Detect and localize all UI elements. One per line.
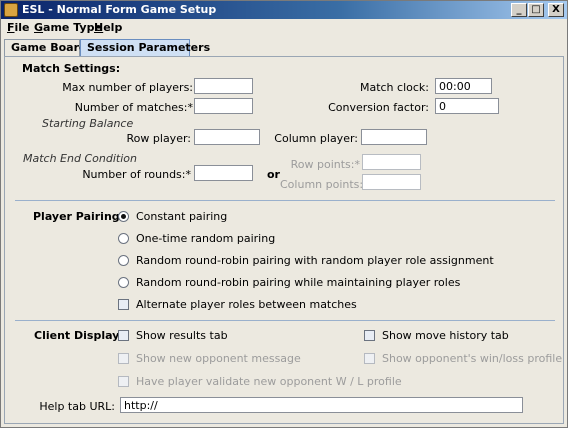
help-url-label: Help tab URL: bbox=[39, 400, 115, 413]
window-title: ESL - Normal Form Game Setup bbox=[22, 3, 217, 16]
session-parameters-panel: Match Settings: Max number of players: M… bbox=[4, 56, 564, 424]
menu-file[interactable]: File bbox=[7, 21, 30, 34]
maximize-button[interactable]: □ bbox=[528, 3, 544, 17]
one-time-random-label: One-time random pairing bbox=[136, 232, 276, 245]
help-url-input[interactable] bbox=[120, 397, 523, 413]
close-button[interactable]: X bbox=[548, 3, 564, 17]
client-display-heading: Client Display: bbox=[34, 329, 124, 342]
rounds-input[interactable] bbox=[194, 165, 253, 181]
match-clock-input[interactable] bbox=[435, 78, 492, 94]
conversion-factor-input[interactable] bbox=[435, 98, 499, 114]
separator bbox=[15, 200, 555, 201]
row-player-label: Row player: bbox=[126, 132, 191, 145]
column-player-input[interactable] bbox=[361, 129, 427, 145]
title-bar[interactable]: ESL - Normal Form Game Setup _ □ X bbox=[1, 1, 567, 19]
radio-round-robin-random-roles[interactable] bbox=[118, 255, 129, 266]
show-new-opponent-label: Show new opponent message bbox=[136, 352, 301, 365]
column-points-label: Column points:* bbox=[280, 178, 369, 191]
row-player-input[interactable] bbox=[194, 129, 260, 145]
radio-one-time-random[interactable] bbox=[118, 233, 129, 244]
java-cup-icon bbox=[4, 3, 18, 17]
player-pairing-heading: Player Pairing: bbox=[33, 210, 125, 223]
radio-constant-pairing[interactable] bbox=[118, 211, 129, 222]
alternate-roles-label: Alternate player roles between matches bbox=[136, 298, 357, 311]
constant-pairing-label: Constant pairing bbox=[136, 210, 228, 223]
show-move-history-label: Show move history tab bbox=[382, 329, 509, 342]
row-points-input[interactable] bbox=[362, 154, 421, 170]
separator bbox=[15, 320, 555, 321]
show-results-checkbox[interactable] bbox=[118, 330, 129, 341]
show-results-label: Show results tab bbox=[136, 329, 228, 342]
tab-session-parameters[interactable]: Session Parameters bbox=[80, 39, 210, 56]
or-label: or bbox=[267, 168, 280, 181]
match-settings-heading: Match Settings: bbox=[22, 62, 121, 75]
tab-game-board[interactable]: Game Board bbox=[4, 39, 87, 56]
menu-game-type[interactable]: Game Type bbox=[34, 21, 102, 34]
match-end-condition-label: Match End Condition bbox=[23, 152, 137, 165]
round-robin-maintain-roles-label: Random round-robin pairing while maintai… bbox=[136, 276, 461, 289]
max-players-label: Max number of players: bbox=[62, 81, 193, 94]
num-matches-input[interactable] bbox=[194, 98, 253, 114]
menu-help[interactable]: Help bbox=[94, 21, 122, 34]
conversion-factor-label: Conversion factor: bbox=[328, 101, 429, 114]
show-new-opponent-checkbox[interactable] bbox=[118, 353, 129, 364]
minimize-button[interactable]: _ bbox=[511, 3, 527, 17]
match-clock-label: Match clock: bbox=[359, 81, 429, 94]
radio-round-robin-maintain-roles[interactable] bbox=[118, 277, 129, 288]
num-matches-label: Number of matches:* bbox=[74, 101, 193, 114]
starting-balance-label: Starting Balance bbox=[42, 117, 134, 130]
column-points-input[interactable] bbox=[362, 174, 421, 190]
menu-bar: File Game Type Help bbox=[1, 19, 567, 37]
column-player-label: Column player: bbox=[274, 132, 358, 145]
show-opponent-wl-checkbox[interactable] bbox=[364, 353, 375, 364]
round-robin-random-roles-label: Random round-robin pairing with random p… bbox=[136, 254, 494, 267]
max-players-input[interactable] bbox=[194, 78, 253, 94]
show-move-history-checkbox[interactable] bbox=[364, 330, 375, 341]
app-window: ESL - Normal Form Game Setup _ □ X File … bbox=[0, 0, 568, 428]
show-opponent-wl-label: Show opponent's win/loss profile bbox=[382, 352, 563, 365]
rounds-label: Number of rounds:* bbox=[82, 168, 191, 181]
row-points-label: Row points:* bbox=[290, 158, 360, 171]
validate-opponent-label: Have player validate new opponent W / L … bbox=[136, 375, 402, 388]
validate-opponent-checkbox[interactable] bbox=[118, 376, 129, 387]
alternate-roles-checkbox[interactable] bbox=[118, 299, 129, 310]
